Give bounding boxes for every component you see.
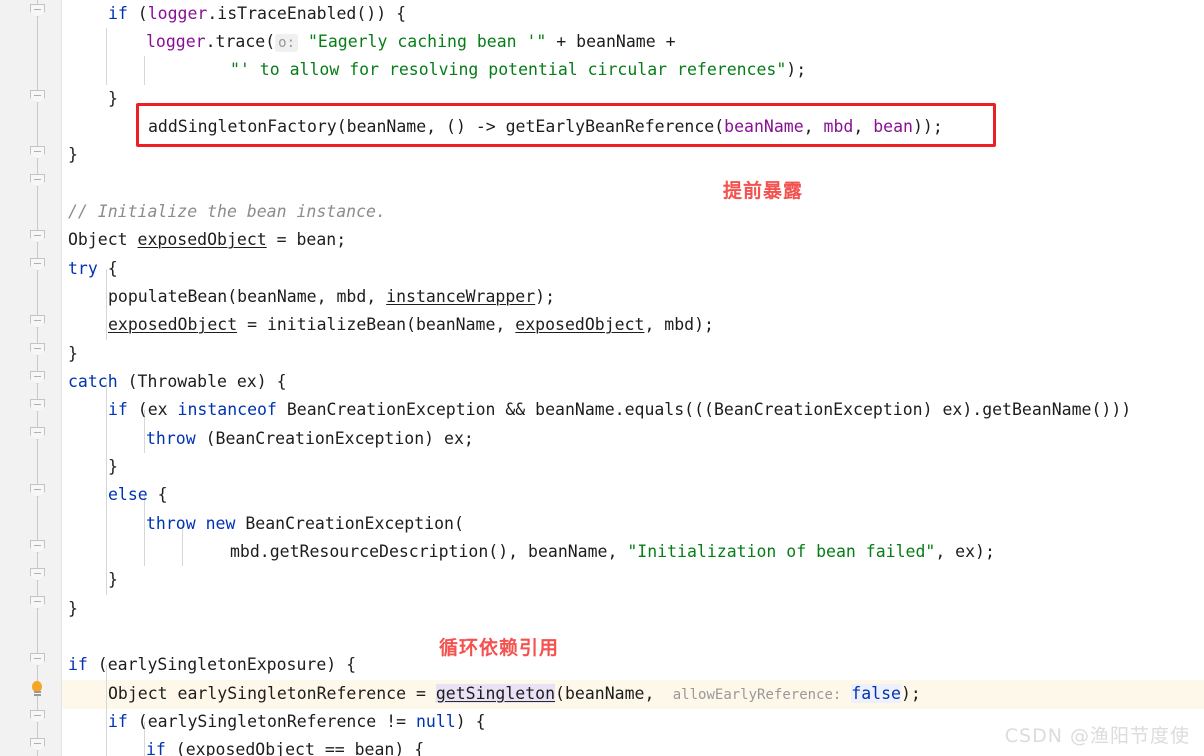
code-line: if (ex instanceof BeanCreationException …: [108, 400, 1132, 419]
code-line: populateBean(beanName, mbd, instanceWrap…: [108, 287, 556, 306]
fold-marker-icon[interactable]: [30, 258, 45, 271]
code-line: }: [68, 145, 78, 164]
caret-symbol-highlight: getSingleton: [435, 684, 556, 703]
indent-guide: [106, 28, 107, 85]
fold-marker-icon[interactable]: [30, 484, 45, 497]
code-line: "' to allow for resolving potential circ…: [230, 60, 807, 79]
code-line: }: [68, 344, 78, 363]
fold-marker-icon[interactable]: [30, 174, 45, 187]
code-line: exposedObject = initializeBean(beanName,…: [108, 315, 714, 334]
code-line-comment: // Initialize the bean instance.: [68, 202, 386, 221]
code-line: throw (BeanCreationException) ex;: [146, 429, 474, 448]
indent-guide: [144, 56, 145, 85]
code-line: }: [108, 89, 118, 108]
indent-guide: [106, 382, 107, 595]
fold-marker-icon[interactable]: [30, 90, 45, 103]
code-line: }: [68, 599, 78, 618]
fold-marker-icon[interactable]: [30, 710, 45, 723]
code-line: if (earlySingletonReference != null) {: [108, 712, 486, 731]
editor-gutter[interactable]: [0, 0, 62, 756]
code-editor-area[interactable]: if (logger.isTraceEnabled()) { logger.tr…: [62, 0, 1204, 756]
code-line: else {: [108, 485, 168, 504]
code-line: if (earlySingletonExposure) {: [68, 655, 357, 674]
code-line: if (logger.isTraceEnabled()) {: [108, 4, 407, 23]
code-line: if (exposedObject == bean) {: [146, 740, 425, 756]
lightbulb-icon[interactable]: [29, 681, 45, 699]
screenshot-root: if (logger.isTraceEnabled()) { logger.tr…: [0, 0, 1204, 756]
fold-marker-icon[interactable]: [30, 230, 45, 243]
annotation-note-expose-early: 提前暴露: [723, 180, 804, 202]
fold-marker-icon[interactable]: [30, 399, 45, 412]
fold-marker-icon[interactable]: [30, 568, 45, 581]
fold-marker-icon[interactable]: [30, 596, 45, 609]
fold-marker-icon[interactable]: [30, 4, 45, 17]
fold-marker-icon[interactable]: [30, 653, 45, 666]
code-line-current: Object earlySingletonReference = getSing…: [108, 684, 921, 703]
code-line: try {: [68, 259, 118, 278]
code-line: mbd.getResourceDescription(), beanName, …: [230, 542, 995, 561]
fold-marker-icon[interactable]: [30, 343, 45, 356]
code-line: Object exposedObject = bean;: [68, 230, 347, 249]
watermark: CSDN @渔阳节度使: [1004, 725, 1190, 747]
code-line: }: [108, 570, 118, 589]
fold-marker-icon[interactable]: [30, 427, 45, 440]
fold-marker-icon[interactable]: [30, 540, 45, 553]
annotation-note-circular-dependency: 循环依赖引用: [439, 637, 560, 659]
code-line: }: [108, 457, 118, 476]
code-line: logger.trace(o: "Eagerly caching bean '"…: [146, 32, 676, 52]
param-hint: o:: [275, 34, 299, 52]
fold-marker-icon[interactable]: [30, 738, 45, 751]
code-line: catch (Throwable ex) {: [68, 372, 287, 391]
fold-marker-icon[interactable]: [30, 146, 45, 159]
code-line-boxed: addSingletonFactory(beanName, () -> getE…: [148, 117, 943, 136]
fold-marker-icon[interactable]: [30, 315, 45, 328]
param-hint: allowEarlyReference:: [664, 687, 842, 703]
code-line: throw new BeanCreationException(: [146, 514, 464, 533]
fold-marker-icon[interactable]: [30, 371, 45, 384]
